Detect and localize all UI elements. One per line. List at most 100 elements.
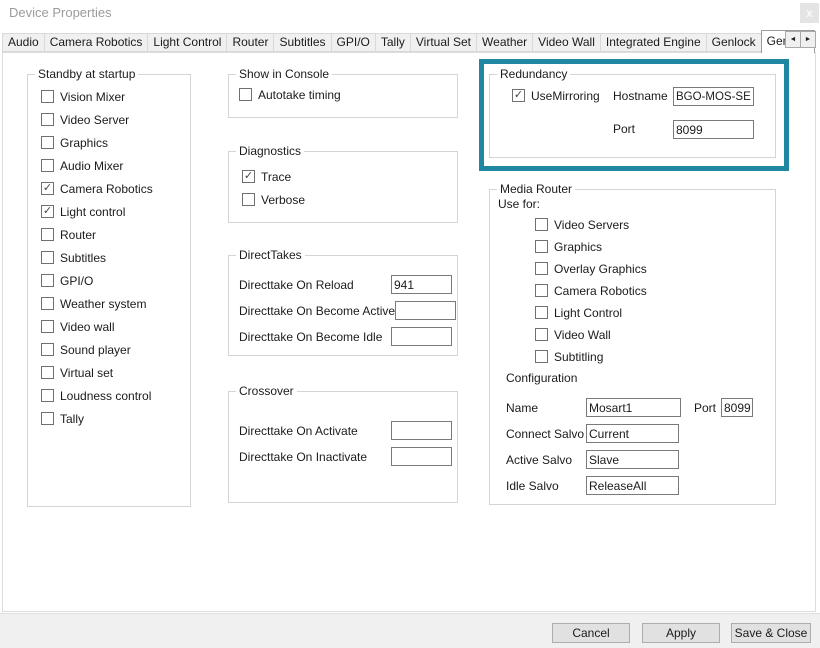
checkbox-row[interactable]: Video wall [41, 319, 153, 334]
directtakes-field-list: Directtake On Reload Directtake On Becom… [239, 275, 452, 346]
checkbox-row[interactable]: Subtitling [535, 349, 647, 364]
tab-scroll-left-icon[interactable]: ◄ [785, 31, 801, 48]
checkbox-row[interactable]: Trace [242, 169, 305, 184]
field-input[interactable] [391, 275, 452, 294]
checkbox-label: Video wall [60, 320, 114, 334]
checkbox-row[interactable]: Camera Robotics [535, 283, 647, 298]
checkbox[interactable] [41, 159, 54, 172]
checkbox[interactable] [41, 389, 54, 402]
redundancy-port-label: Port [613, 122, 635, 136]
checkbox[interactable] [41, 412, 54, 425]
checkbox[interactable] [535, 328, 548, 341]
checkbox[interactable] [239, 88, 252, 101]
checkbox-row[interactable]: Virtual set [41, 365, 153, 380]
tab[interactable]: Genlock [706, 33, 762, 52]
checkbox[interactable] [41, 136, 54, 149]
checkbox-row[interactable]: Graphics [535, 239, 647, 254]
checkbox[interactable] [41, 297, 54, 310]
idle-salvo-input[interactable] [586, 476, 679, 495]
checkbox-row[interactable]: Subtitles [41, 250, 153, 265]
idle-salvo-row: Idle Salvo [506, 476, 768, 495]
field-label: Directtake On Inactivate [239, 450, 391, 464]
checkbox[interactable] [41, 320, 54, 333]
tab-scroll-right-icon[interactable]: ► [800, 31, 816, 48]
checkbox-row[interactable]: GPI/O [41, 273, 153, 288]
field-row: Directtake On Become Idle [239, 327, 452, 346]
active-salvo-label: Active Salvo [506, 453, 586, 467]
checkbox-row[interactable]: Graphics [41, 135, 153, 150]
checkbox[interactable] [41, 343, 54, 356]
use-mirroring-checkbox[interactable] [512, 89, 525, 102]
checkbox[interactable] [41, 90, 54, 103]
checkbox-row[interactable]: Video Servers [535, 217, 647, 232]
tab[interactable]: Video Wall [532, 33, 601, 52]
tab[interactable]: Light Control [147, 33, 227, 52]
checkbox-row[interactable]: Overlay Graphics [535, 261, 647, 276]
field-input[interactable] [395, 301, 456, 320]
tab[interactable]: Virtual Set [410, 33, 477, 52]
checkbox[interactable] [242, 170, 255, 183]
checkbox-label: Router [60, 228, 96, 242]
field-input[interactable] [391, 421, 452, 440]
checkbox-row[interactable]: Camera Robotics [41, 181, 153, 196]
checkbox[interactable] [41, 113, 54, 126]
tab[interactable]: Weather [476, 33, 533, 52]
checkbox[interactable] [41, 366, 54, 379]
group-directtakes: DirectTakes Directtake On Reload Directt… [228, 255, 458, 356]
checkbox[interactable] [535, 218, 548, 231]
tab[interactable]: Subtitles [273, 33, 331, 52]
checkbox-row[interactable]: Verbose [242, 192, 305, 207]
checkbox[interactable] [41, 205, 54, 218]
checkbox[interactable] [535, 262, 548, 275]
name-row: Name Port [506, 398, 768, 417]
save-close-button[interactable]: Save & Close [731, 623, 811, 643]
group-title: DirectTakes [236, 248, 305, 262]
cancel-button[interactable]: Cancel [552, 623, 630, 643]
checkbox-label: Graphics [554, 240, 602, 254]
tab-label: Virtual Set [416, 35, 471, 49]
hostname-input[interactable] [673, 87, 754, 106]
config-port-input[interactable] [721, 398, 753, 417]
field-input[interactable] [391, 447, 452, 466]
tab[interactable]: Audio [2, 33, 45, 52]
checkbox[interactable] [535, 240, 548, 253]
checkbox-row[interactable]: Light Control [535, 305, 647, 320]
checkbox[interactable] [535, 284, 548, 297]
checkbox-row[interactable]: Autotake timing [239, 87, 341, 102]
checkbox-row[interactable]: Video Server [41, 112, 153, 127]
use-mirroring-row[interactable]: UseMirroring [512, 88, 600, 103]
checkbox-row[interactable]: Weather system [41, 296, 153, 311]
checkbox-row[interactable]: Loudness control [41, 388, 153, 403]
checkbox-row[interactable]: Audio Mixer [41, 158, 153, 173]
name-input[interactable] [586, 398, 681, 417]
window-title: Device Properties [9, 5, 112, 20]
tab[interactable]: Tally [375, 33, 411, 52]
close-icon[interactable]: x [800, 3, 819, 23]
checkbox[interactable] [535, 350, 548, 363]
connect-salvo-input[interactable] [586, 424, 679, 443]
active-salvo-input[interactable] [586, 450, 679, 469]
tab[interactable]: GPI/O [331, 33, 376, 52]
field-label: Directtake On Reload [239, 278, 391, 292]
checkbox[interactable] [41, 182, 54, 195]
checkbox-row[interactable]: Light control [41, 204, 153, 219]
checkbox[interactable] [242, 193, 255, 206]
checkbox[interactable] [41, 251, 54, 264]
checkbox-label: Overlay Graphics [554, 262, 647, 276]
checkbox[interactable] [41, 228, 54, 241]
footer-bar: Cancel Apply Save & Close [0, 613, 820, 648]
checkbox-row[interactable]: Sound player [41, 342, 153, 357]
tab[interactable]: Camera Robotics [44, 33, 149, 52]
checkbox[interactable] [535, 306, 548, 319]
checkbox-row[interactable]: Tally [41, 411, 153, 426]
field-input[interactable] [391, 327, 452, 346]
apply-button[interactable]: Apply [642, 623, 720, 643]
tab[interactable]: Integrated Engine [600, 33, 707, 52]
tab-label: Subtitles [279, 35, 325, 49]
checkbox-row[interactable]: Vision Mixer [41, 89, 153, 104]
checkbox[interactable] [41, 274, 54, 287]
redundancy-port-input[interactable] [673, 120, 754, 139]
tab[interactable]: Router [226, 33, 274, 52]
checkbox-row[interactable]: Router [41, 227, 153, 242]
checkbox-row[interactable]: Video Wall [535, 327, 647, 342]
